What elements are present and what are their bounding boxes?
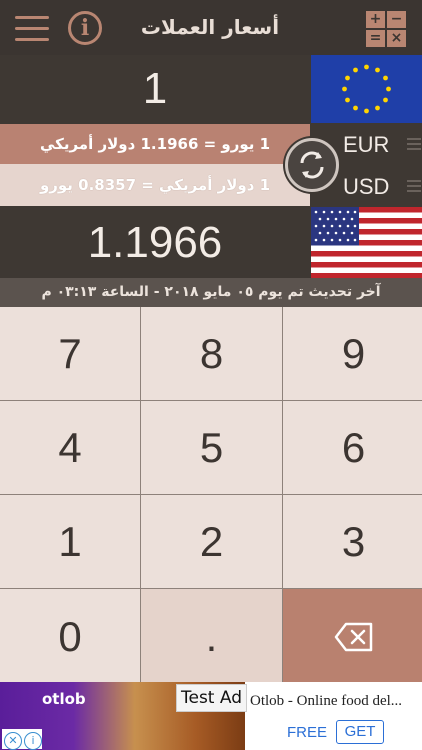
last-updated-text: آخر تحديث تم يوم ٠٥ مايو ٢٠١٨ - الساعة ٠… [0,278,422,307]
swap-arrows-icon[interactable] [285,138,339,192]
key-6[interactable]: 6 [283,401,422,494]
key-9[interactable]: 9 [283,307,422,400]
key-8[interactable]: 8 [141,307,282,400]
test-ad-badge: Test Ad [176,684,247,712]
key-7[interactable]: 7 [0,307,140,400]
page-title: أسعار العملات [140,15,280,39]
calc-equals: = [366,30,385,47]
calculator-icon[interactable]: + − = × [366,11,406,47]
key-decimal[interactable]: . [141,589,282,685]
ad-info-icon[interactable]: i [24,732,42,750]
us-flag-icon[interactable] [311,207,422,278]
hamburger-icon[interactable] [15,14,49,44]
calc-times: × [387,30,406,47]
result-value: 1.1966 [0,207,310,278]
key-0[interactable]: 0 [0,589,140,685]
ad-brand-logo: otlob [42,690,86,708]
info-icon[interactable]: i [68,11,102,45]
ad-get-button[interactable]: GET [336,720,384,744]
app-header: i أسعار العملات + − = × [0,0,422,55]
calc-plus: + [366,11,385,28]
ad-price: FREE [287,724,328,741]
drag-handle-icon[interactable] [407,138,421,152]
rate-usd-to-eur: 1 دولار أمريكي = 0.8357 يورو [0,164,310,206]
backspace-icon [334,622,372,652]
close-icon[interactable]: ✕ [4,732,22,750]
key-3[interactable]: 3 [283,495,422,588]
key-2[interactable]: 2 [141,495,282,588]
ad-headline[interactable]: Otlob - Online food del... [250,693,420,710]
rate-eur-to-usd: 1 يورو = 1.1966 دولار أمريكي [0,124,310,164]
backspace-button[interactable] [283,589,422,685]
key-4[interactable]: 4 [0,401,140,494]
calc-minus: − [387,11,406,28]
amount-input[interactable]: 1 [0,55,310,123]
ad-choices[interactable]: ✕ i [2,729,42,750]
drag-handle-icon[interactable] [407,180,421,194]
key-5[interactable]: 5 [141,401,282,494]
keypad: 7 8 9 4 5 6 1 2 3 0 . [0,307,422,685]
from-currency-code[interactable]: EUR [343,132,413,158]
key-1[interactable]: 1 [0,495,140,588]
to-currency-code[interactable]: USD [343,174,413,200]
eu-flag-icon[interactable] [311,55,422,123]
